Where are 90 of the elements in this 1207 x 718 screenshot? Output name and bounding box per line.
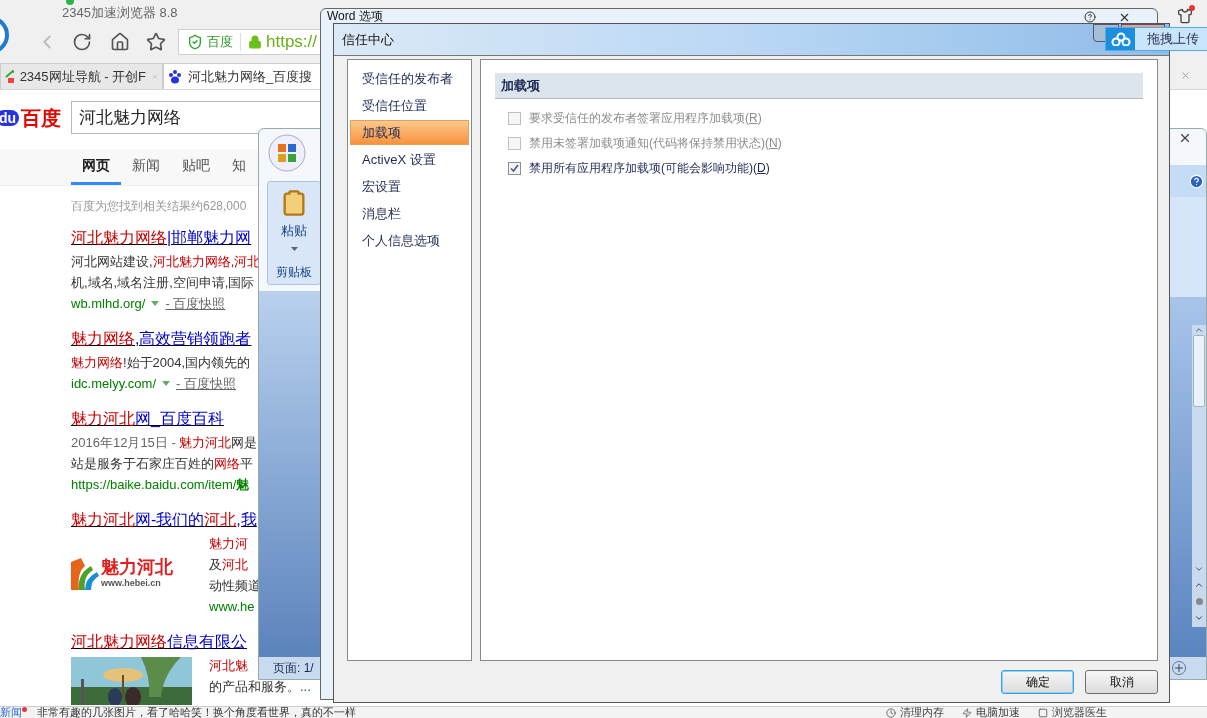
nav-item[interactable]: 受信任位置 xyxy=(350,93,469,118)
result-count: 百度为您找到相关结果约628,000 xyxy=(71,198,247,215)
search-tab[interactable]: 贴吧 xyxy=(171,155,221,185)
caret-icon[interactable] xyxy=(162,381,170,386)
nav-item[interactable]: 受信任的发布者 xyxy=(350,66,469,91)
cloud-icon xyxy=(1110,32,1131,46)
result-title-link[interactable]: 魅力网络,高效营销领跑者 xyxy=(71,328,252,350)
help-icon[interactable] xyxy=(1084,11,1096,23)
paw-icon xyxy=(168,69,182,84)
dialog-title: Word 选项 xyxy=(326,9,383,22)
close-icon[interactable] xyxy=(1178,131,1192,145)
result-title-link[interactable]: 河北魅力网络|邯郸魅力网 xyxy=(71,227,252,249)
result-url: wb.mlhd.org/ xyxy=(71,295,146,313)
status-tool-link[interactable]: 浏览器医生 xyxy=(1052,707,1107,718)
next-page-icon[interactable] xyxy=(1194,613,1204,623)
logo-text: 魅力河北 xyxy=(101,557,173,578)
shield-icon xyxy=(187,34,203,50)
toolbox-icon[interactable] xyxy=(1038,707,1048,718)
nav-item[interactable]: 消息栏 xyxy=(350,201,469,226)
clock-icon[interactable] xyxy=(886,707,896,718)
tab-label: 2345网址导航 - 开创F xyxy=(19,67,147,86)
checkbox[interactable] xyxy=(508,161,521,175)
search-tab[interactable]: 新闻 xyxy=(121,155,171,185)
url-text: https:// xyxy=(266,31,318,54)
window-title: 2345加速浏览器 8.8 xyxy=(62,4,178,23)
result-snippet: 站是服务于石家庄百姓的网络平 xyxy=(71,455,253,473)
paste-button[interactable]: 粘贴 xyxy=(281,221,307,241)
close-icon[interactable] xyxy=(1118,11,1131,24)
logo-mark: du xyxy=(0,109,20,126)
result-url: www.he xyxy=(209,598,255,616)
checkbox-label: 禁用未签署加载项通知(代码将保持禁用状态)(N) xyxy=(529,135,782,152)
skin-icon[interactable] xyxy=(1177,8,1193,24)
page-status: 页面: 1/ xyxy=(273,660,314,677)
status-tool-link[interactable]: 电脑加速 xyxy=(976,707,1020,718)
section-heading: 加载项 xyxy=(501,76,540,95)
dialog-button[interactable]: 取消 xyxy=(1085,669,1158,694)
scrollbar[interactable] xyxy=(1192,325,1206,627)
caret-icon[interactable] xyxy=(151,301,160,306)
status-tool-link[interactable]: 清理内存 xyxy=(900,707,944,718)
nav-item[interactable]: 宏设置 xyxy=(350,174,469,199)
checkbox-label: 禁用所有应用程序加载项(可能会影响功能)(D) xyxy=(529,160,770,177)
scroll-thumb[interactable] xyxy=(1193,335,1205,407)
dialog-button[interactable]: 确定 xyxy=(1001,669,1074,694)
caret-icon[interactable] xyxy=(290,246,298,251)
headline-link[interactable]: 非常有趣的几张图片，看了哈哈笑！换个角度看世界，真的不一样 xyxy=(37,707,356,718)
upload-widget[interactable]: 拖拽上传 xyxy=(1105,27,1207,51)
lock-icon xyxy=(248,35,262,49)
star-icon[interactable] xyxy=(146,32,166,52)
lightning-icon[interactable] xyxy=(962,707,972,718)
logo-text: 百度 xyxy=(21,105,62,131)
house-icon xyxy=(5,69,14,84)
result-snippet: 魅力河 xyxy=(209,535,248,553)
snapshot-link[interactable]: - 百度快照 xyxy=(176,373,236,394)
result-snippet: 2016年12月15日 - 魅力河北网是 xyxy=(71,434,258,452)
checkbox-label: 要求受信任的发布者签署应用程序加载项(R) xyxy=(529,110,762,127)
swoosh-icon xyxy=(71,558,99,590)
upload-label: 拖拽上传 xyxy=(1147,30,1199,49)
result-snippet: 的产品和服务。... xyxy=(209,678,311,696)
logo-url: www.hebei.cn xyxy=(101,577,162,591)
result-snippet: 河北魅 xyxy=(209,657,248,675)
scroll-up-icon[interactable] xyxy=(1194,325,1204,335)
scroll-down-icon[interactable] xyxy=(1194,564,1204,574)
result-url: https://baike.baidu.com/item/魅 xyxy=(71,476,250,494)
previous-page-icon[interactable] xyxy=(1194,580,1204,590)
nav-item[interactable]: 加载项 xyxy=(350,120,469,145)
browser-tab[interactable]: 2345网址导航 - 开创F xyxy=(0,63,163,89)
result-title-link[interactable]: 河北魅力网络信息有限公 xyxy=(71,631,247,653)
result-snippet: 魅力网络!始于2004,国内领先的 xyxy=(71,354,251,372)
home-icon[interactable] xyxy=(110,32,130,52)
nav-item[interactable]: 个人信息选项 xyxy=(350,228,469,253)
result-snippet: 及河北 xyxy=(209,556,248,574)
nav-item[interactable]: ActiveX 设置 xyxy=(350,147,469,172)
search-tab[interactable]: 网页 xyxy=(71,155,121,185)
result-snippet: 机,域名,域名注册,空间申请,国际 xyxy=(71,274,255,292)
reload-icon[interactable] xyxy=(72,32,92,52)
browse-object-icon[interactable] xyxy=(1195,598,1203,605)
search-tab[interactable]: 知 xyxy=(221,155,257,185)
result-url: idc.melyy.com/ xyxy=(71,375,156,393)
office-orb-icon[interactable] xyxy=(267,133,307,173)
baidu-logo[interactable]: du 百度 xyxy=(0,102,71,133)
result-title-link[interactable]: 魅力河北网-我们的河北,我 xyxy=(71,509,257,531)
group-label: 剪贴板 xyxy=(276,264,312,281)
result-title-link[interactable]: 魅力河北网_百度百科 xyxy=(71,408,224,430)
tab-label: 河北魅力网络_百度搜 xyxy=(188,67,313,86)
check-icon xyxy=(510,163,519,173)
news-link[interactable]: 新闻 xyxy=(0,707,22,718)
snapshot-link[interactable]: - 百度快照 xyxy=(165,293,226,314)
site-name: 百度 xyxy=(207,33,233,52)
zoom-in-icon[interactable] xyxy=(1172,661,1186,675)
dialog-title: 信任中心 xyxy=(342,30,394,49)
